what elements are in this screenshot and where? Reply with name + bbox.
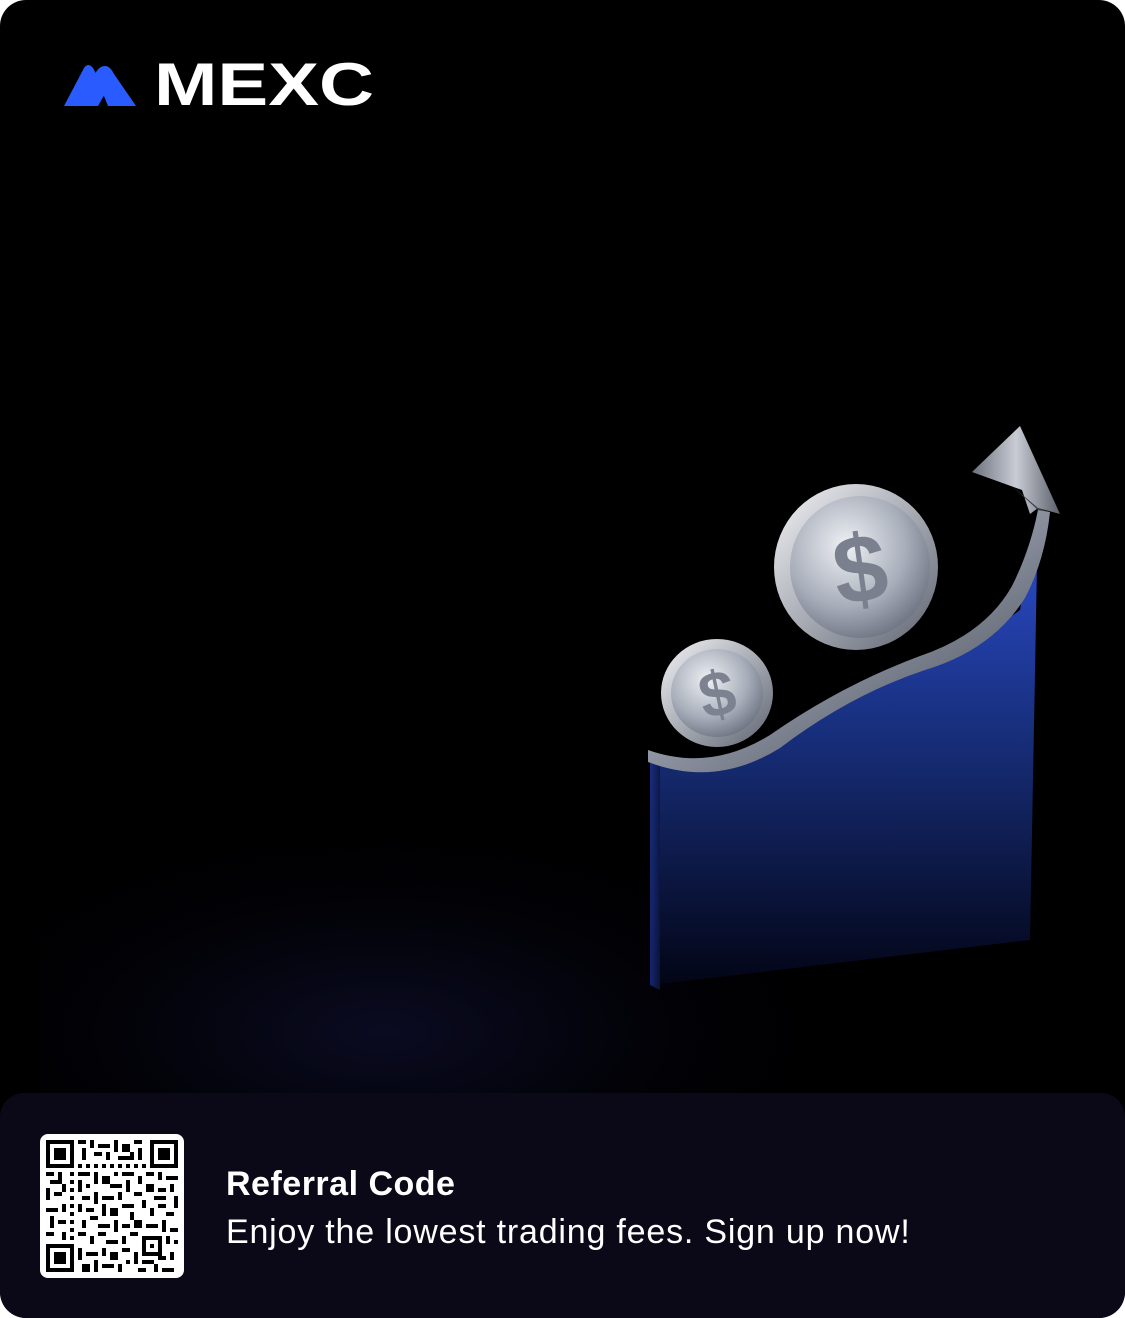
mexc-logo: MEXC [62, 58, 382, 114]
large-coin-icon: $ [774, 484, 938, 650]
hero-illustration: $ $ [620, 410, 1090, 1010]
referral-footer: Referral Code Enjoy the lowest trading f… [0, 1093, 1125, 1318]
referral-subtitle: Enjoy the lowest trading fees. Sign up n… [226, 1213, 911, 1251]
rising-chart-icon: $ $ [648, 426, 1060, 990]
mexc-logo-mark-icon [64, 65, 136, 106]
referral-card: MEXC $ $ Referral Code Enjoy the lowest … [0, 0, 1125, 1318]
small-coin-icon: $ [661, 639, 773, 747]
referral-code-title: Referral Code [226, 1165, 456, 1203]
brand-name: MEXC [154, 58, 374, 110]
qr-code-icon[interactable] [40, 1134, 184, 1278]
mexc-wordmark: MEXC [154, 58, 374, 110]
